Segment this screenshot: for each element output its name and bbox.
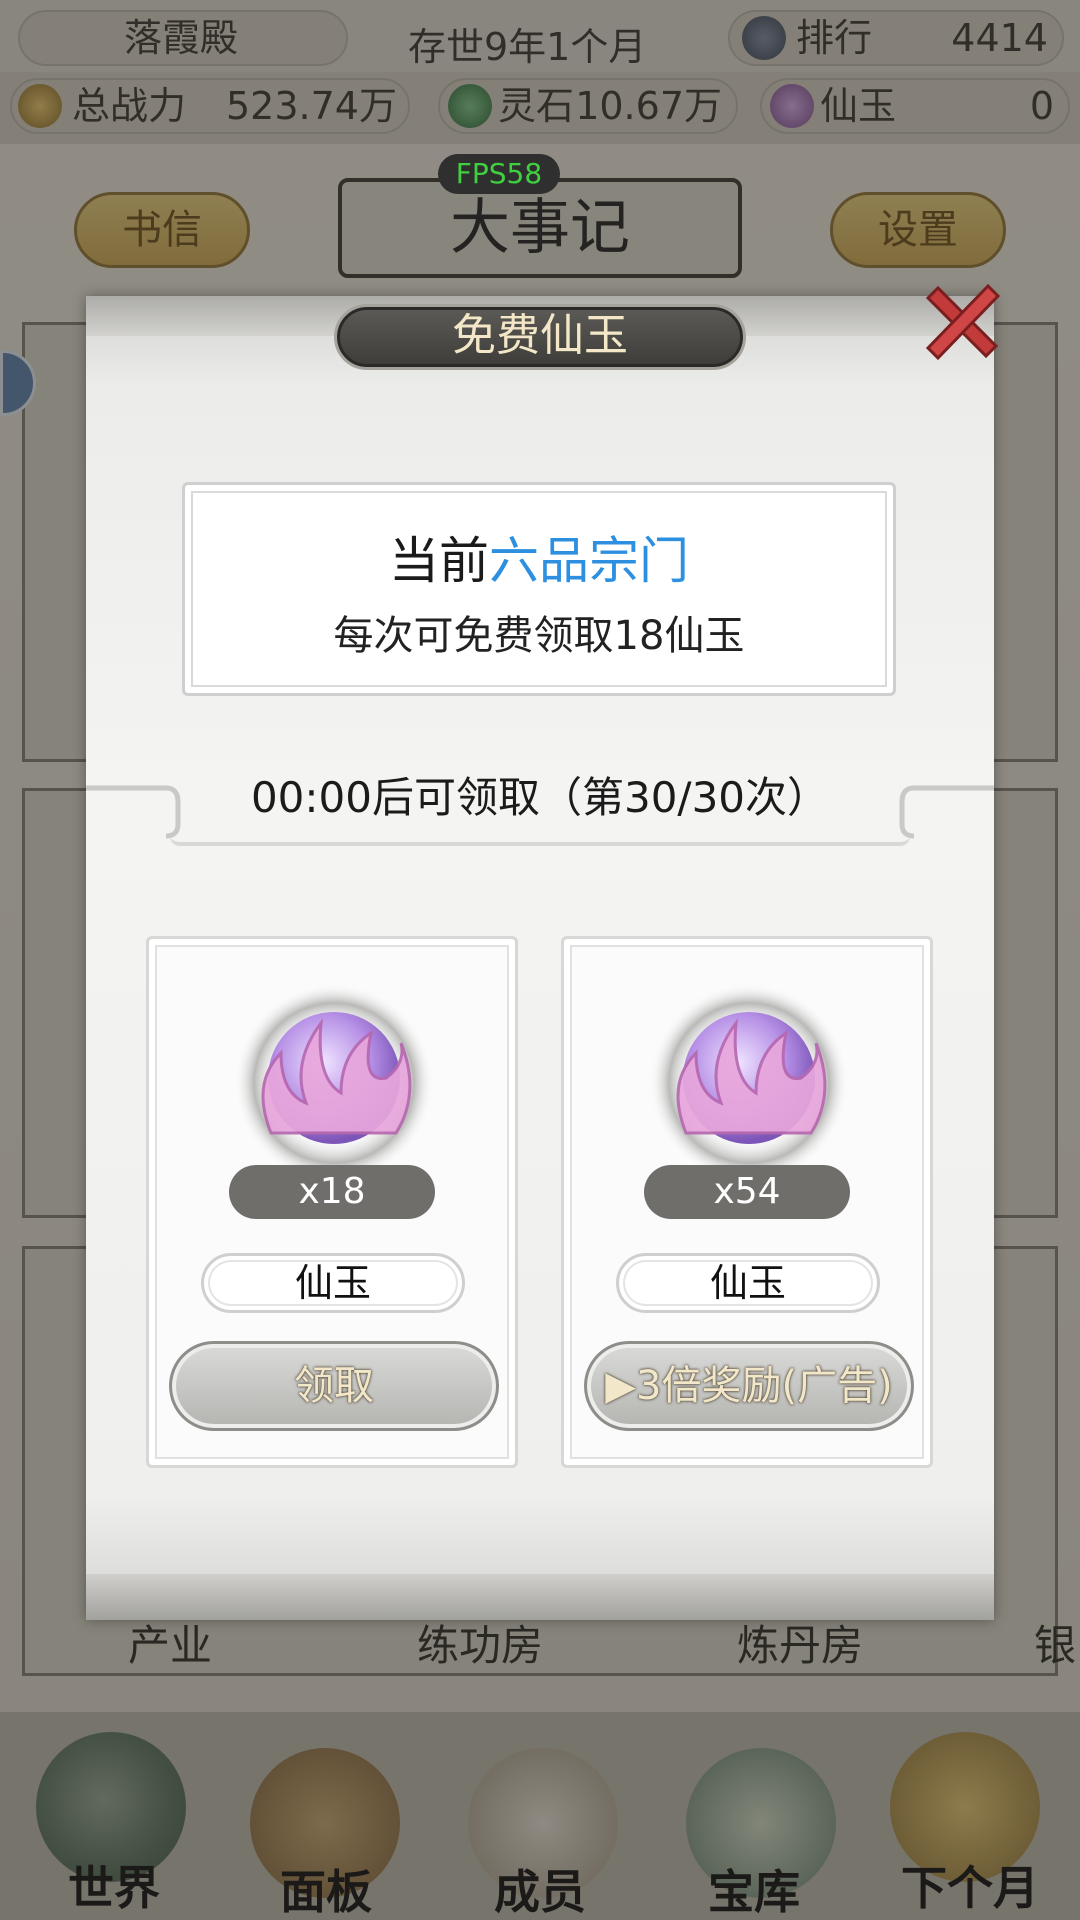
jade-orb-icon (234, 983, 434, 1183)
reward-card-ad: x54 仙玉 ▶3倍奖励(广告) (561, 936, 933, 1468)
claim-button[interactable]: 领取 (169, 1341, 499, 1431)
sect-prefix: 当前 (389, 532, 489, 590)
watch-ad-triple-button[interactable]: ▶3倍奖励(广告) (584, 1341, 914, 1431)
free-jade-dialog: 免费仙玉 当前六品宗门 每次可免费领取18仙玉 00:00后可领取（第30/30… (86, 283, 1001, 1620)
sect-info-box: 当前六品宗门 每次可免费领取18仙玉 (182, 482, 896, 696)
sect-rank: 六品宗门 (489, 532, 689, 590)
reward-quantity: x54 (644, 1165, 850, 1219)
sect-description: 每次可免费领取18仙玉 (333, 613, 745, 659)
reward-name: 仙玉 (616, 1253, 880, 1313)
fps-counter: FPS58 (438, 154, 560, 194)
claim-timer: 00:00后可领取（第30/30次） (250, 773, 830, 822)
timer-banner: 00:00后可领取（第30/30次） (86, 766, 994, 846)
reward-card-free: x18 仙玉 领取 (146, 936, 518, 1468)
scroll-bottom-edge (86, 1574, 994, 1620)
reward-quantity: x18 (229, 1165, 435, 1219)
close-icon[interactable] (916, 278, 1006, 368)
reward-name: 仙玉 (201, 1253, 465, 1313)
jade-orb-icon (649, 983, 849, 1183)
sect-status: 当前六品宗门 (185, 521, 893, 593)
dialog-title: 免费仙玉 (334, 304, 746, 370)
